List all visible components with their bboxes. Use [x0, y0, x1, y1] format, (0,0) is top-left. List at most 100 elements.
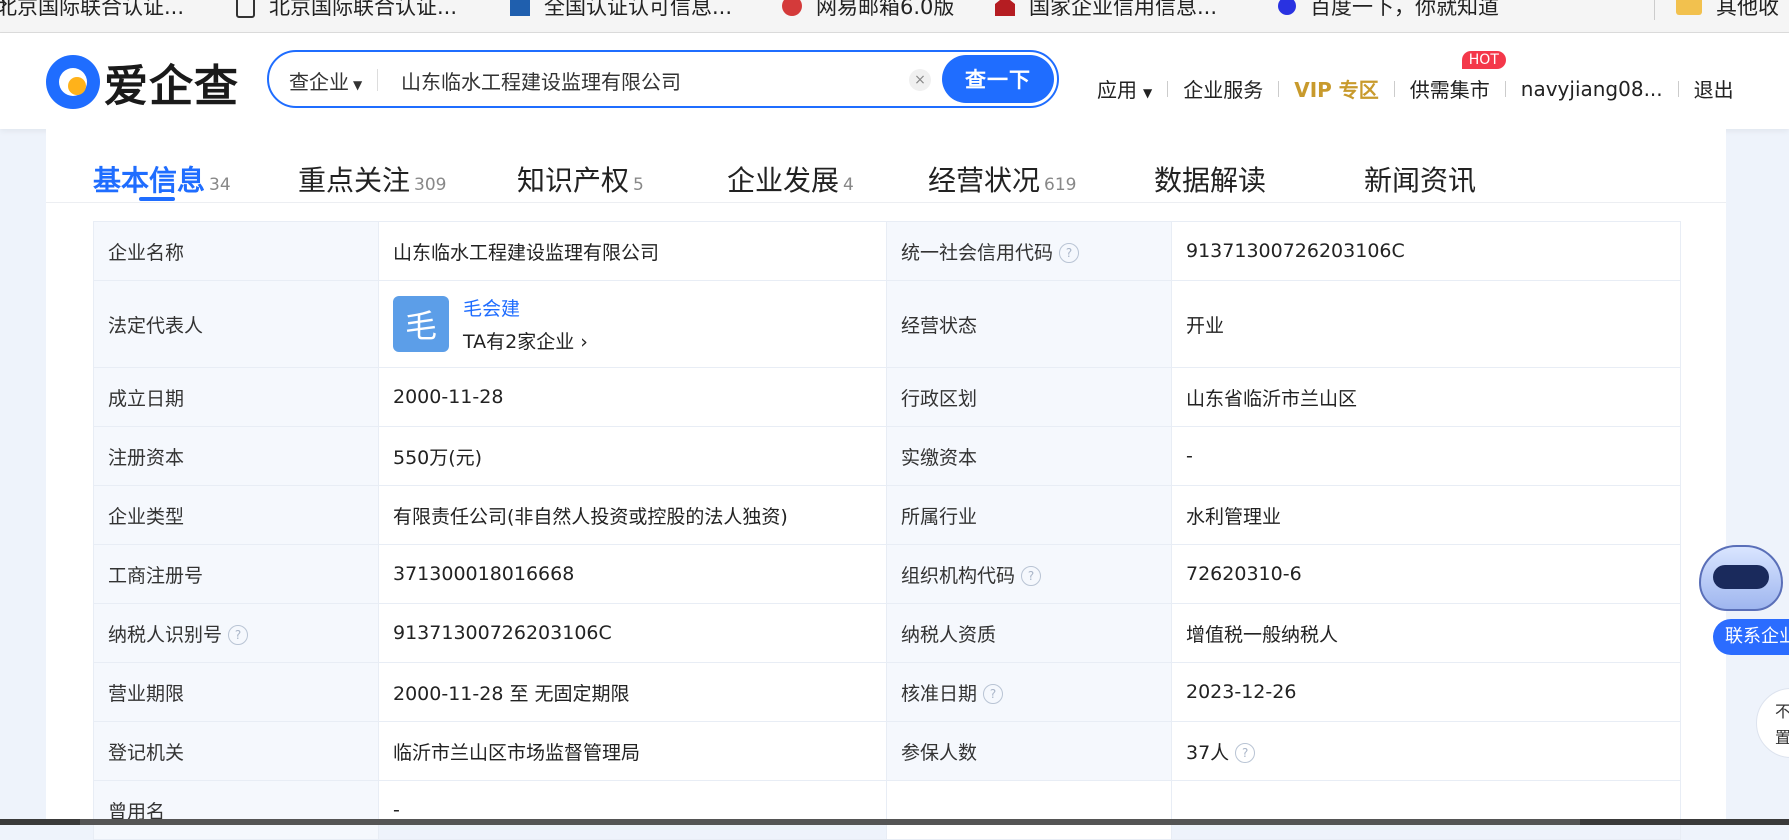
vip-label: VIP — [1294, 78, 1332, 102]
tab-count: 619 — [1044, 175, 1077, 195]
tab-operations[interactable]: 经营状况 619 — [928, 159, 1076, 199]
tab-count: 5 — [633, 175, 644, 195]
former-name-key: 曾用名 — [93, 780, 379, 840]
logo-text: 爱企查 — [104, 61, 239, 112]
tab-development[interactable]: 企业发展 4 — [727, 159, 854, 199]
document-icon — [236, 0, 255, 18]
nav-market-label: 供需集市 — [1409, 78, 1490, 102]
nav-divider — [1677, 80, 1679, 97]
avatar[interactable]: 毛 — [393, 296, 449, 352]
gov-credit-icon — [995, 0, 1015, 16]
tab-count: 309 — [414, 175, 447, 195]
paid-capital-key: 实缴资本 — [886, 426, 1172, 486]
bookmark-item[interactable]: 北京国际联合认证... — [0, 0, 184, 21]
tab-label: 知识产权 — [517, 164, 630, 197]
netease-mail-icon — [782, 0, 802, 16]
nav-divider — [1504, 80, 1506, 97]
bookmark-folder-other[interactable]: 其他收 — [1676, 0, 1779, 21]
tab-key-focus[interactable]: 重点关注 309 — [298, 159, 446, 199]
bookmark-label: 百度一下，你就知道 — [1310, 0, 1499, 19]
bookmark-label: 北京国际联合认证... — [269, 0, 458, 19]
basic-info-table: 企业名称 山东临水工程建设监理有限公司 统一社会信用代码? 9137130072… — [93, 221, 1681, 840]
bookmark-label: 国家企业信用信息... — [1029, 0, 1218, 19]
horizontal-scrollbar[interactable] — [0, 819, 1789, 825]
nav-market[interactable]: 供需集市 HOT — [1409, 51, 1506, 103]
help-icon[interactable]: ? — [228, 625, 249, 645]
nav-vip-zone[interactable]: VIP 专区 — [1294, 74, 1379, 103]
search-bar: 查企业 ▼ × 查一下 — [267, 50, 1059, 108]
nav-logout[interactable]: 退出 — [1694, 74, 1734, 103]
tab-ip[interactable]: 知识产权 5 — [517, 159, 644, 199]
tab-count: 4 — [843, 175, 854, 195]
help-icon[interactable]: ? — [1021, 566, 1042, 586]
floating-side-widget[interactable]: 不 置 — [1756, 688, 1789, 758]
taxpayer-id-label: 纳税人识别号 — [108, 623, 223, 646]
term-key: 营业期限 — [93, 662, 379, 722]
credit-code-label: 统一社会信用代码 — [901, 241, 1054, 264]
tab-label: 重点关注 — [298, 164, 411, 197]
search-input[interactable] — [399, 62, 903, 98]
logo-mark-icon — [46, 55, 100, 109]
paid-capital-value: - — [1171, 426, 1681, 486]
bookmark-label: 北京国际联合认证... — [0, 0, 185, 19]
nav-username[interactable]: navyjiang08... — [1521, 77, 1663, 101]
tab-news[interactable]: 新闻资讯 — [1364, 159, 1476, 199]
site-logo[interactable]: 爱企查 — [46, 50, 239, 114]
legal-rep-value: 毛 毛会建 TA有2家企业 › — [378, 280, 887, 368]
status-value: 开业 — [1171, 280, 1681, 368]
credit-code-value: 91371300726203106C — [1171, 221, 1681, 281]
bookmark-item[interactable]: 北京国际联合认证... — [236, 0, 457, 21]
search-type-label: 查企业 — [289, 70, 349, 94]
bookmark-item[interactable]: 百度一下，你就知道 — [1278, 0, 1499, 21]
search-type-dropdown[interactable]: 查企业 ▼ — [289, 66, 362, 95]
org-code-value: 72620310-6 — [1171, 544, 1681, 604]
nav-enterprise-service[interactable]: 企业服务 — [1183, 74, 1263, 103]
tab-basic-info[interactable]: 基本信息 34 — [93, 159, 231, 199]
term-value: 2000-11-28 至 无固定期限 — [378, 662, 887, 722]
authority-value: 临沂市兰山区市场监督管理局 — [378, 721, 887, 781]
bookmarks-bar: 北京国际联合认证... 北京国际联合认证... 全国认证认可信息... 网易邮箱… — [0, 0, 1789, 33]
legal-rep-name-link[interactable]: 毛会建 — [463, 294, 588, 321]
insured-value: 37人? — [1171, 721, 1681, 781]
empty-cell — [1171, 780, 1681, 840]
legal-rep-key: 法定代表人 — [93, 280, 379, 368]
hot-badge: HOT — [1461, 51, 1506, 69]
clear-search-button[interactable]: × — [909, 69, 931, 91]
tab-data-insight[interactable]: 数据解读 — [1154, 159, 1266, 199]
site-header: 爱企查 查企业 ▼ × 查一下 应用 ▼ 企业服务 VIP 专区 供需集市 HOT n… — [0, 33, 1789, 129]
tab-label: 新闻资讯 — [1364, 164, 1477, 197]
chevron-right-icon[interactable]: › — [0, 0, 8, 15]
taxpayer-id-value: 91371300726203106C — [378, 603, 887, 663]
table-row: 成立日期 2000-11-28 行政区划 山东省临沂市兰山区 — [93, 367, 1681, 427]
approved-date-key: 核准日期? — [886, 662, 1172, 722]
table-row: 曾用名 - — [93, 780, 1681, 840]
help-icon[interactable]: ? — [983, 684, 1004, 704]
insured-key: 参保人数 — [886, 721, 1172, 781]
tab-label: 经营状况 — [928, 164, 1041, 197]
nav-apps[interactable]: 应用 ▼ — [1097, 74, 1152, 103]
help-icon[interactable]: ? — [1235, 743, 1256, 763]
company-type-value: 有限责任公司(非自然人投资或控股的法人独资) — [378, 485, 887, 545]
status-key: 经营状态 — [886, 280, 1172, 368]
help-icon[interactable]: ? — [1059, 243, 1080, 263]
caret-down-icon: ▼ — [353, 78, 363, 92]
cnca-icon — [510, 0, 530, 16]
search-button[interactable]: 查一下 — [942, 55, 1054, 103]
bookmark-item[interactable]: 国家企业信用信息... — [995, 0, 1217, 21]
legal-rep-block: 毛 毛会建 TA有2家企业 › — [393, 294, 872, 354]
legal-rep-text: 毛会建 TA有2家企业 › — [463, 294, 588, 354]
approved-date-label: 核准日期 — [901, 682, 978, 705]
legal-rep-companies-link[interactable]: TA有2家企业 › — [463, 327, 588, 354]
nav-divider — [1167, 80, 1169, 97]
founded-key: 成立日期 — [93, 367, 379, 427]
bookmark-item[interactable]: 全国认证认可信息... — [510, 0, 732, 21]
bookmark-item[interactable]: 网易邮箱6.0版 — [782, 0, 954, 21]
region-value: 山东省临沂市兰山区 — [1171, 367, 1681, 427]
scrollbar-thumb[interactable] — [80, 819, 1580, 825]
table-row: 法定代表人 毛 毛会建 TA有2家企业 › 经营状态 开业 — [93, 280, 1681, 368]
table-row: 注册资本 550万(元) 实缴资本 - — [93, 426, 1681, 486]
contact-company-button[interactable]: 联系企业 — [1713, 619, 1789, 655]
org-code-key: 组织机构代码? — [886, 544, 1172, 604]
table-row: 营业期限 2000-11-28 至 无固定期限 核准日期? 2023-12-26 — [93, 662, 1681, 722]
assistant-mascot-icon[interactable] — [1689, 537, 1789, 627]
